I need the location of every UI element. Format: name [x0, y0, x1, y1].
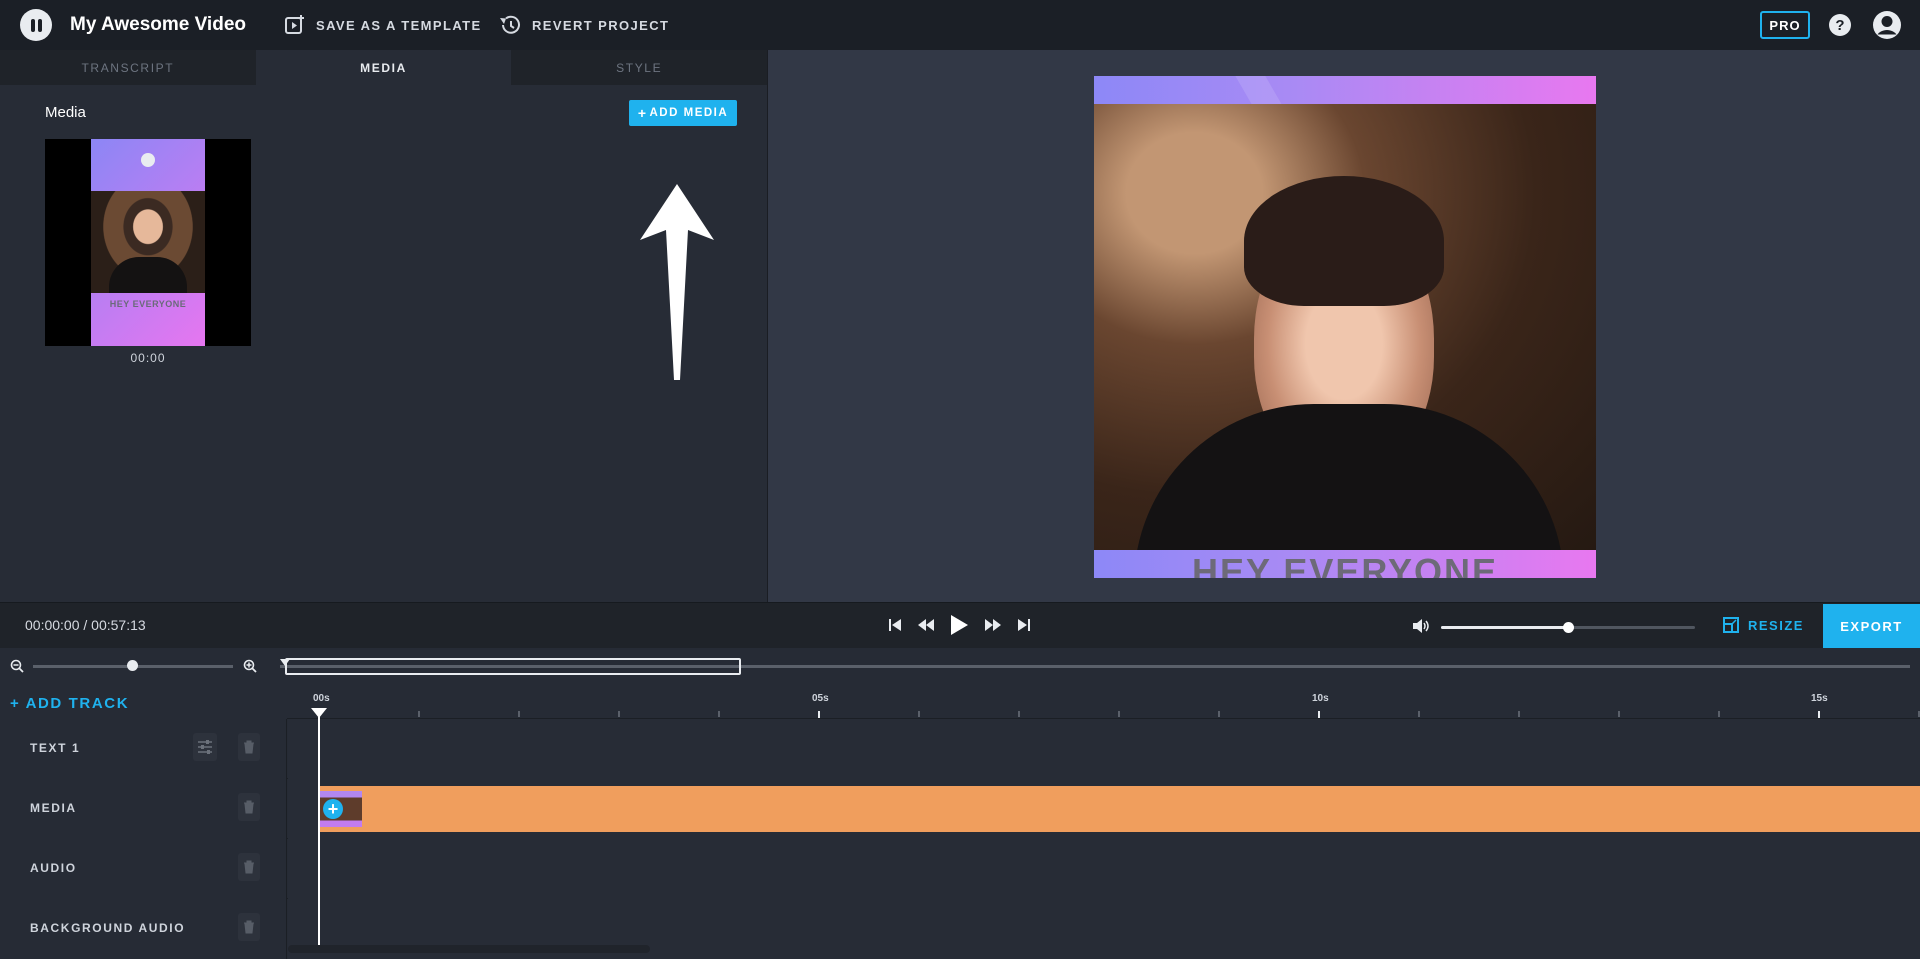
save-as-template-button[interactable]: SAVE AS A TEMPLATE [284, 12, 482, 38]
track-row-text-1: TEXT 1 [0, 719, 1920, 779]
add-media-label: ADD MEDIA [649, 107, 729, 119]
plus-icon: + [637, 105, 648, 121]
user-icon[interactable] [1872, 10, 1902, 40]
delete-track-button[interactable] [238, 733, 260, 761]
track-row-audio: AUDIO [0, 839, 1920, 899]
template-icon [285, 15, 304, 34]
trash-icon [244, 740, 254, 754]
track-name: BACKGROUND AUDIO [30, 921, 186, 935]
ruler-tick [1218, 711, 1220, 717]
help-icon[interactable]: ? [1829, 14, 1851, 36]
ruler-tick [1018, 711, 1020, 717]
tab-transcript[interactable]: TRANSCRIPT [0, 50, 256, 85]
logo-icon[interactable] [20, 9, 52, 41]
add-track-button[interactable]: + ADD TRACK [10, 695, 129, 712]
timeline-zoom-row [0, 648, 1920, 683]
track-name: AUDIO [30, 861, 77, 875]
media-panel: TRANSCRIPT MEDIA STYLE Media + ADD MEDIA… [0, 50, 768, 602]
save-as-template-label: SAVE AS A TEMPLATE [316, 17, 482, 33]
media-item-thumbnail[interactable]: HEY EVERYONE [45, 139, 251, 346]
volume-slider[interactable] [1441, 622, 1695, 633]
timeline: + ADD TRACK 00s 05s 10s 15s TEXT 1 MEDIA [0, 683, 1920, 959]
ruler-tick [1518, 711, 1520, 717]
timecode: 00:00:00 / 00:57:13 [25, 617, 146, 633]
media-heading: Media [45, 104, 86, 121]
add-media-button[interactable]: + ADD MEDIA [629, 100, 737, 126]
export-button[interactable]: EXPORT [1823, 604, 1920, 648]
video-preview[interactable]: HEY EVERYONE [1094, 76, 1596, 578]
time-ruler: 00s 05s 10s 15s [287, 683, 1920, 719]
track-lane[interactable] [288, 839, 1920, 899]
ruler-label: 10s [1312, 693, 1329, 704]
play-icon[interactable] [948, 613, 970, 637]
resize-icon [1723, 617, 1739, 633]
logo-icon [141, 153, 155, 167]
trash-icon [244, 800, 254, 814]
media-clip[interactable]: + [320, 786, 1920, 832]
volume-handle[interactable] [1563, 622, 1574, 633]
ruler-tick [818, 711, 820, 718]
ruler-tick [1818, 711, 1820, 718]
delete-track-button[interactable] [238, 913, 260, 941]
track-name: MEDIA [30, 801, 77, 815]
ruler-tick [718, 711, 720, 717]
top-bar: My Awesome Video SAVE AS A TEMPLATE REVE… [0, 0, 1920, 50]
ruler-label: 15s [1811, 693, 1828, 704]
playhead[interactable] [318, 708, 320, 953]
revert-icon [500, 15, 520, 34]
add-icon[interactable]: + [323, 799, 343, 819]
video-caption: HEY EVERYONE [1191, 551, 1499, 579]
track-row-media: MEDIA + [0, 779, 1920, 839]
track-settings-button[interactable] [193, 733, 217, 761]
track-lane[interactable]: + [288, 779, 1920, 839]
ruler-label: 00s [313, 693, 330, 704]
arrow-up-icon [640, 184, 714, 380]
settings-icon [198, 740, 212, 754]
track-name: TEXT 1 [30, 741, 81, 755]
panel-tabs: TRANSCRIPT MEDIA STYLE [0, 50, 768, 85]
revert-project-label: REVERT PROJECT [532, 17, 670, 33]
fast-forward-icon[interactable] [984, 615, 1002, 635]
ruler-tick [1718, 711, 1720, 717]
ruler-label: 05s [812, 693, 829, 704]
zoom-in-icon[interactable] [243, 659, 257, 673]
revert-project-button[interactable]: REVERT PROJECT [498, 12, 669, 38]
pro-badge[interactable]: PRO [1760, 11, 1810, 39]
ruler-tick [1418, 711, 1420, 717]
volume-icon[interactable] [1412, 618, 1430, 634]
zoom-handle[interactable] [127, 660, 138, 671]
media-item-duration: 00:00 [130, 351, 166, 365]
skip-start-icon[interactable] [888, 615, 902, 635]
resize-label: RESIZE [1748, 617, 1804, 633]
zoom-out-icon[interactable] [10, 659, 24, 673]
delete-track-button[interactable] [238, 853, 260, 881]
thumbnail-caption: HEY EVERYONE [109, 299, 187, 309]
project-title[interactable]: My Awesome Video [70, 14, 246, 36]
ruler-tick [518, 711, 520, 717]
ruler-tick [618, 711, 620, 717]
ruler-tick [418, 711, 420, 717]
resize-button[interactable]: RESIZE [1723, 617, 1804, 633]
tab-style[interactable]: STYLE [511, 50, 768, 85]
timeline-visible-window[interactable] [285, 658, 741, 675]
trash-icon [244, 860, 254, 874]
track-lane[interactable] [288, 719, 1920, 779]
ruler-tick [1618, 711, 1620, 717]
volume-level [1441, 626, 1568, 629]
ruler-tick [918, 711, 920, 717]
trash-icon [244, 920, 254, 934]
playhead-handle[interactable] [311, 708, 327, 718]
skip-end-icon[interactable] [1017, 615, 1031, 635]
transport-bar: 00:00:00 / 00:57:13 RESIZE EXPORT [0, 602, 1920, 648]
timeline-horizontal-scrollbar[interactable] [288, 945, 650, 953]
ruler-tick [1118, 711, 1120, 717]
ruler-tick [1318, 711, 1320, 718]
rewind-icon[interactable] [917, 615, 935, 635]
tab-media[interactable]: MEDIA [255, 50, 512, 85]
delete-track-button[interactable] [238, 793, 260, 821]
